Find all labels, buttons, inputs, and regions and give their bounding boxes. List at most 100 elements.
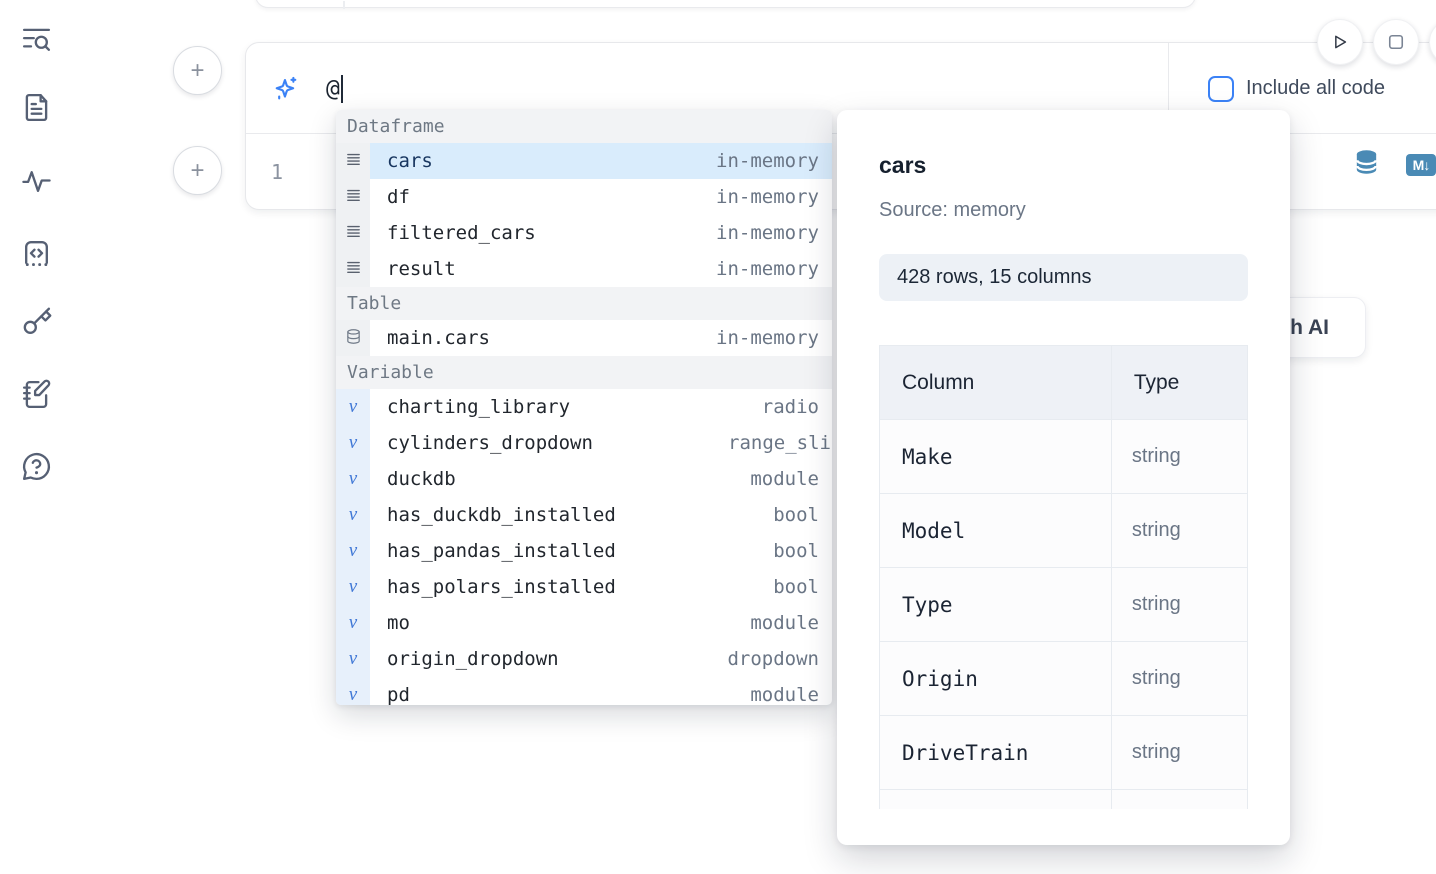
column-type: string <box>1111 568 1247 642</box>
item-type: bool <box>773 504 832 526</box>
column-type: string <box>1111 642 1247 716</box>
autocomplete-item-df[interactable]: df in-memory <box>336 179 832 215</box>
item-type: bool <box>773 576 832 598</box>
sidebar <box>0 0 72 874</box>
sidebar-item-snippets[interactable] <box>18 237 54 273</box>
activity-pulse-icon <box>20 164 53 202</box>
item-name: filtered_cars <box>387 222 536 244</box>
text-cursor <box>341 75 343 103</box>
schema-row <box>880 790 1248 810</box>
run-cell-button[interactable] <box>1317 19 1363 65</box>
sidebar-item-files[interactable] <box>18 92 54 128</box>
preview-shape-badge: 428 rows, 15 columns <box>879 254 1248 301</box>
item-type: in-memory <box>716 186 832 208</box>
markdown-export-icon[interactable]: M↓ <box>1406 154 1436 176</box>
column-type: string <box>1111 420 1247 494</box>
column-name: Model <box>880 494 1112 568</box>
item-name: main.cars <box>387 327 490 349</box>
autocomplete-item-has-duckdb-installed[interactable]: vhas_duckdb_installedbool <box>336 497 832 533</box>
item-type: in-memory <box>716 150 832 172</box>
include-all-code-checkbox[interactable] <box>1208 76 1234 102</box>
variable-icon: v <box>336 425 370 461</box>
item-name: origin_dropdown <box>387 648 559 670</box>
column-type: string <box>1111 716 1247 790</box>
autocomplete-item-cars[interactable]: carsin-memory <box>336 143 832 179</box>
add-cell-button-bottom[interactable]: + <box>173 146 222 195</box>
preview-source: Source: memory <box>879 199 1248 222</box>
autocomplete-item-has-polars-installed[interactable]: vhas_polars_installedbool <box>336 569 832 605</box>
sidebar-item-scratchpad[interactable] <box>18 379 54 415</box>
item-name: has_polars_installed <box>387 576 616 598</box>
autocomplete-item-has-pandas-installed[interactable]: vhas_pandas_installedbool <box>336 533 832 569</box>
item-type: module <box>750 684 832 705</box>
database-icon <box>336 320 370 356</box>
sidebar-item-secrets[interactable] <box>18 307 54 343</box>
item-type: in-memory <box>716 222 832 244</box>
sparkles-icon <box>272 75 299 102</box>
previous-cell-divider <box>343 1 345 9</box>
preview-title: cars <box>879 152 1248 179</box>
item-name: charting_library <box>387 396 570 418</box>
item-type: module <box>750 612 832 634</box>
autocomplete-item-charting-library[interactable]: vcharting_libraryradio <box>336 389 832 425</box>
dataframe-icon <box>336 215 370 251</box>
ai-button-label: h AI <box>1290 316 1329 340</box>
variable-icon: v <box>336 461 370 497</box>
item-type: in-memory <box>716 327 832 349</box>
dataframe-preview-panel: cars Source: memory 428 rows, 15 columns… <box>837 110 1290 845</box>
sidebar-item-help[interactable] <box>18 451 54 487</box>
item-type: range_sli <box>728 432 832 454</box>
variable-icon: v <box>336 641 370 677</box>
notebook-pen-icon <box>20 378 53 416</box>
sidebar-item-search[interactable] <box>18 24 54 60</box>
autocomplete-item-main-cars[interactable]: main.cars in-memory <box>336 320 832 356</box>
add-cell-button-top[interactable]: + <box>173 46 222 95</box>
item-type: in-memory <box>716 258 832 280</box>
dataframe-icon <box>336 179 370 215</box>
schema-row: Typestring <box>880 568 1248 642</box>
cell-actions: M↓ <box>1353 147 1436 182</box>
autocomplete-item-filtered-cars[interactable]: filtered_cars in-memory <box>336 215 832 251</box>
play-icon <box>1330 32 1350 52</box>
schema-row: DriveTrainstring <box>880 716 1248 790</box>
file-document-icon <box>20 91 53 129</box>
column-type: string <box>1111 494 1247 568</box>
help-chat-icon <box>20 450 53 488</box>
ai-prompt-value: @ <box>326 76 340 102</box>
autocomplete-item-duckdb[interactable]: vduckdb module <box>336 461 832 497</box>
autocomplete-item-mo[interactable]: vmo module <box>336 605 832 641</box>
column-header: Column <box>880 346 1112 420</box>
column-name <box>880 790 1112 810</box>
autocomplete-item-cylinders-dropdown[interactable]: v cylinders_dropdown range_sli <box>336 425 832 461</box>
item-name: duckdb <box>387 468 456 490</box>
code-cell-icon <box>20 236 53 274</box>
item-name: has_pandas_installed <box>387 540 616 562</box>
item-name: df <box>387 186 410 208</box>
stop-button[interactable] <box>1373 19 1419 65</box>
item-name: result <box>387 258 456 280</box>
schema-row: Originstring <box>880 642 1248 716</box>
column-name: Origin <box>880 642 1112 716</box>
schema-row: Makestring <box>880 420 1248 494</box>
item-type: bool <box>773 540 832 562</box>
item-name: has_duckdb_installed <box>387 504 616 526</box>
column-name: Make <box>880 420 1112 494</box>
autocomplete-item-pd[interactable]: vpdmodule <box>336 677 832 705</box>
key-icon <box>20 306 53 344</box>
sidebar-item-activity[interactable] <box>18 165 54 201</box>
variable-icon: v <box>336 389 370 425</box>
item-name: mo <box>387 612 410 634</box>
item-name: cylinders_dropdown <box>387 432 593 454</box>
notebook-canvas: + + @ Include all code <box>0 0 1436 874</box>
schema-header-row: ColumnType <box>880 346 1248 420</box>
autocomplete-item-result[interactable]: result in-memory <box>336 251 832 287</box>
item-type: module <box>750 468 832 490</box>
column-name: Type <box>880 568 1112 642</box>
column-name: DriveTrain <box>880 716 1112 790</box>
autocomplete-item-origin-dropdown[interactable]: vorigin_dropdowndropdown <box>336 641 832 677</box>
column-type <box>1111 790 1247 810</box>
database-icon[interactable] <box>1353 147 1380 182</box>
variable-icon: v <box>336 605 370 641</box>
include-all-code-label: Include all code <box>1246 77 1385 100</box>
item-name: pd <box>387 684 410 705</box>
